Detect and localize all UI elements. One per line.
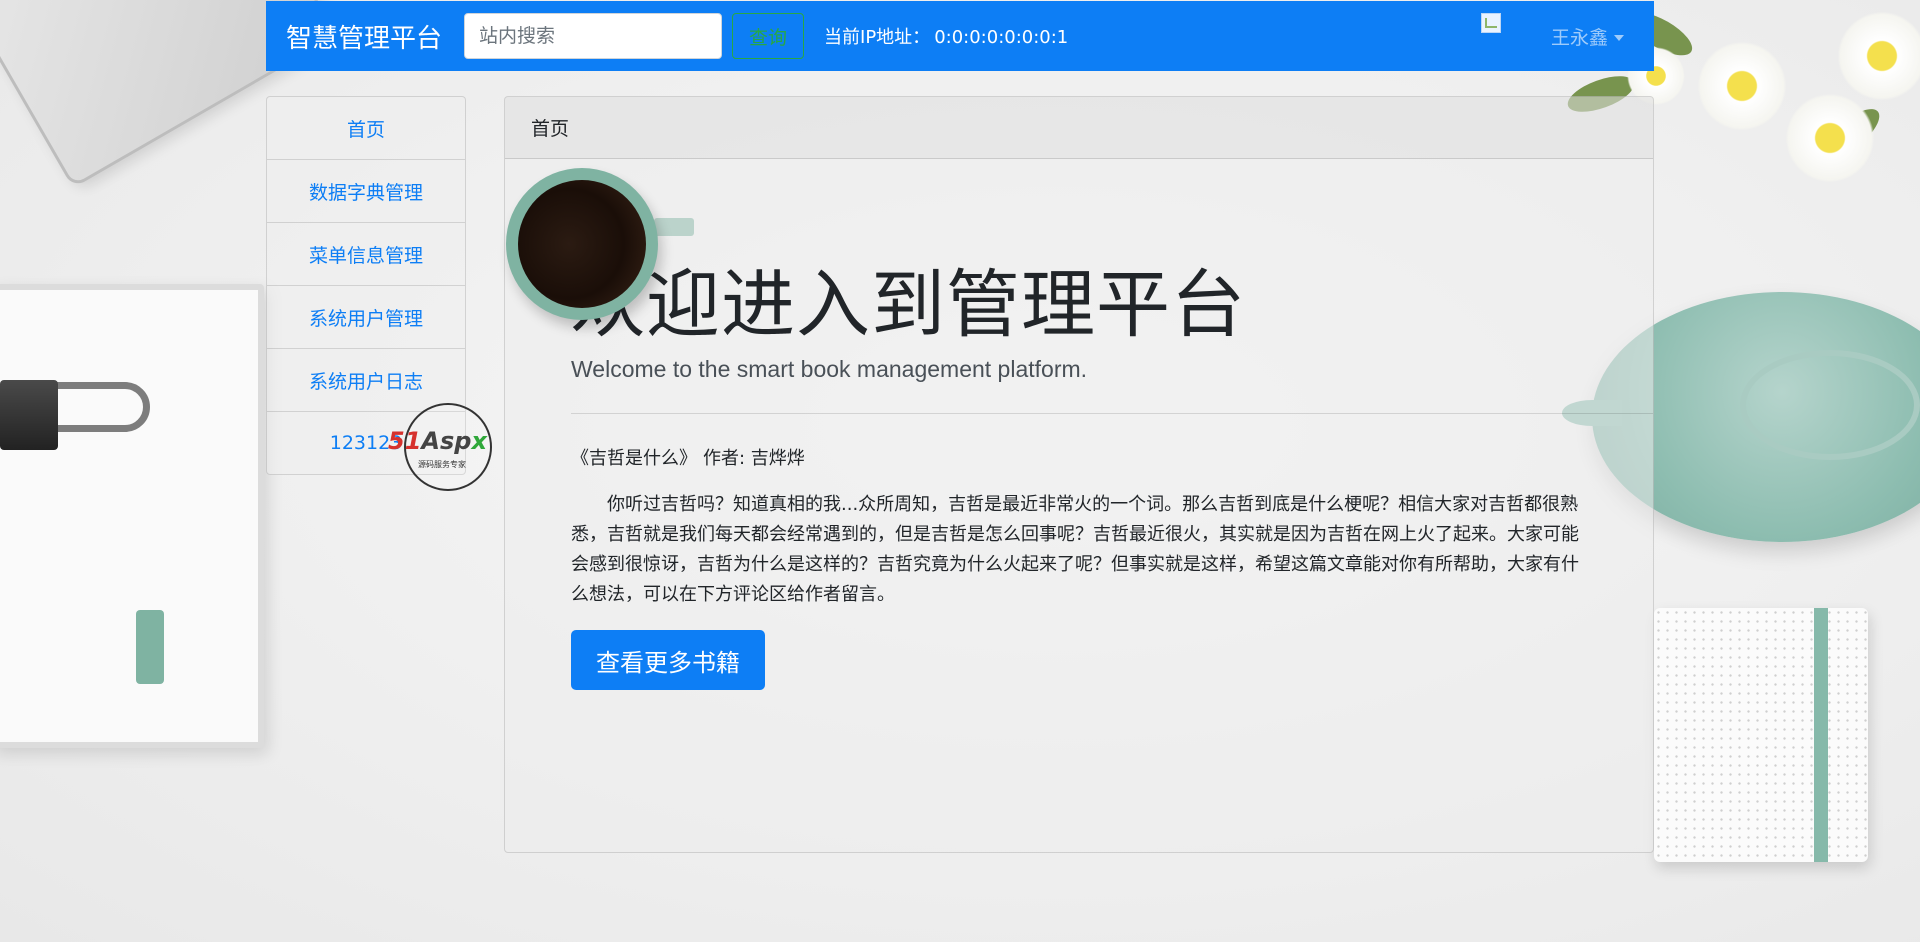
51aspx-watermark-logo: 51Aspx 源码服务专家 [388,403,492,491]
eraser-decoration [136,610,164,684]
flower-decoration [1784,92,1876,184]
sidebar-item-dictionary[interactable]: 数据字典管理 [267,160,465,223]
user-dropdown[interactable]: 王永鑫 [1551,23,1624,50]
notebook-decoration [0,284,264,748]
watermark-tagline: 源码服务专家 [418,460,466,469]
flower-decoration [1836,10,1920,102]
ip-value: 0:0:0:0:0:0:0:1 [934,27,1069,48]
coffee-cup-decoration [506,168,658,320]
ip-address-display: 当前IP地址： 0:0:0:0:0:0:0:1 [824,23,1068,49]
notepad-band-decoration [1814,608,1828,862]
sidebar-item-home[interactable]: 首页 [267,97,465,160]
book-info: 《吉哲是什么》 作者: 吉烨烨 [571,444,1587,470]
coffee-decoration [518,180,646,308]
card-body: 欢迎进入到管理平台 Welcome to the smart book mana… [505,262,1653,691]
sidebar-item-system-users[interactable]: 系统用户管理 [267,286,465,349]
caret-down-icon [1614,35,1624,41]
notepad-decoration [1654,608,1868,862]
user-area: 王永鑫 [1480,13,1624,50]
book-author: 作者: 吉烨烨 [703,448,805,470]
brand-title[interactable]: 智慧管理平台 [286,18,442,55]
main-content-card: 首页 欢迎进入到管理平台 Welcome to the smart book m… [504,96,1654,853]
sidebar-item-user-logs[interactable]: 系统用户日志 [267,349,465,412]
flower-decoration [1696,40,1788,132]
search-button[interactable]: 查询 [732,13,805,59]
user-name: 王永鑫 [1550,26,1608,49]
search-input[interactable] [464,13,723,59]
teapot-lid-decoration [1740,350,1920,460]
card-header: 首页 [505,97,1653,159]
ip-label: 当前IP地址： [824,27,931,48]
welcome-title: 欢迎进入到管理平台 [571,262,1246,348]
sidebar-item-menu-info[interactable]: 菜单信息管理 [267,223,465,286]
welcome-subtitle: Welcome to the smart book management pla… [571,356,1088,383]
broken-image-icon [1480,13,1501,33]
top-navbar: 智慧管理平台 查询 当前IP地址：0:0:0:0:0:0:0:1 王永鑫 [266,1,1654,71]
view-more-books-button[interactable]: 查看更多书籍 [571,630,765,691]
watermark-brand: 51Aspx [388,427,487,455]
book-title: 《吉哲是什么》 [571,448,697,470]
binder-clip-base-decoration [0,380,58,450]
divider [571,413,1653,415]
book-description: 你听过吉哲吗？知道真相的我...众所周知，吉哲是最近非常火的一个词。那么吉哲到底… [571,494,1579,606]
